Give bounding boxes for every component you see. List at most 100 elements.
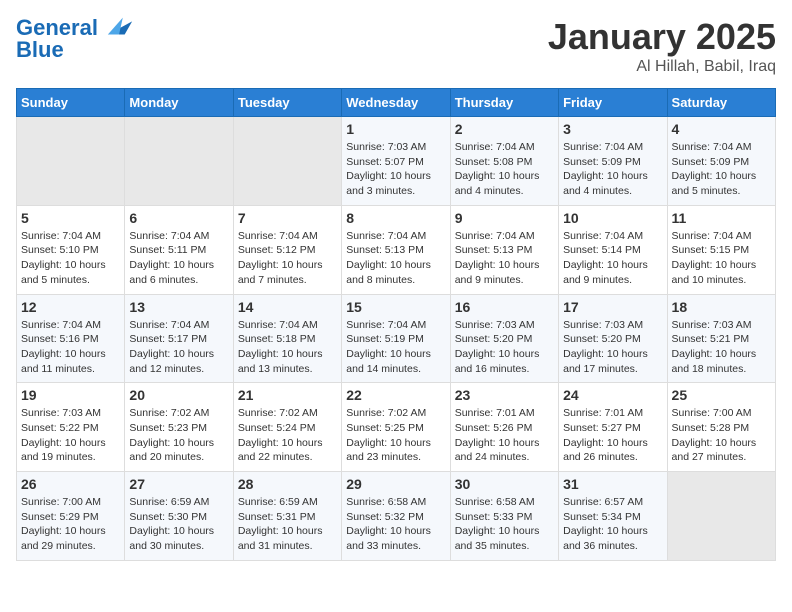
col-sunday: Sunday xyxy=(17,89,125,117)
day-number: 21 xyxy=(238,387,337,403)
day-number: 6 xyxy=(129,210,228,226)
sunset-text: Sunset: 5:24 PM xyxy=(238,422,316,434)
sunrise-text: Sunrise: 7:04 AM xyxy=(455,230,535,242)
table-row: 13 Sunrise: 7:04 AM Sunset: 5:17 PM Dayl… xyxy=(125,294,233,383)
sunset-text: Sunset: 5:27 PM xyxy=(563,422,641,434)
day-number: 19 xyxy=(21,387,120,403)
sunset-text: Sunset: 5:09 PM xyxy=(672,156,750,168)
daylight-text: Daylight: 10 hours and 22 minutes. xyxy=(238,437,323,464)
sunrise-text: Sunrise: 7:04 AM xyxy=(672,141,752,153)
daylight-text: Daylight: 10 hours and 24 minutes. xyxy=(455,437,540,464)
table-row: 19 Sunrise: 7:03 AM Sunset: 5:22 PM Dayl… xyxy=(17,383,125,472)
daylight-text: Daylight: 10 hours and 29 minutes. xyxy=(21,525,106,552)
calendar-table: Sunday Monday Tuesday Wednesday Thursday… xyxy=(16,88,776,561)
sunset-text: Sunset: 5:12 PM xyxy=(238,244,316,256)
title-block: January 2025 Al Hillah, Babil, Iraq xyxy=(548,16,776,76)
page-header: General Blue January 2025 Al Hillah, Bab… xyxy=(16,16,776,76)
sunset-text: Sunset: 5:21 PM xyxy=(672,333,750,345)
calendar-row-2: 12 Sunrise: 7:04 AM Sunset: 5:16 PM Dayl… xyxy=(17,294,776,383)
table-row: 28 Sunrise: 6:59 AM Sunset: 5:31 PM Dayl… xyxy=(233,472,341,561)
daylight-text: Daylight: 10 hours and 5 minutes. xyxy=(672,170,757,197)
sunrise-text: Sunrise: 6:58 AM xyxy=(455,496,535,508)
table-row: 30 Sunrise: 6:58 AM Sunset: 5:33 PM Dayl… xyxy=(450,472,558,561)
sunset-text: Sunset: 5:18 PM xyxy=(238,333,316,345)
daylight-text: Daylight: 10 hours and 27 minutes. xyxy=(672,437,757,464)
sunrise-text: Sunrise: 7:03 AM xyxy=(455,319,535,331)
table-row: 21 Sunrise: 7:02 AM Sunset: 5:24 PM Dayl… xyxy=(233,383,341,472)
sunrise-text: Sunrise: 7:03 AM xyxy=(672,319,752,331)
sunrise-text: Sunrise: 7:01 AM xyxy=(563,407,643,419)
sub-title: Al Hillah, Babil, Iraq xyxy=(548,58,776,76)
sunset-text: Sunset: 5:32 PM xyxy=(346,511,424,523)
sunrise-text: Sunrise: 6:57 AM xyxy=(563,496,643,508)
sunset-text: Sunset: 5:31 PM xyxy=(238,511,316,523)
sunrise-text: Sunrise: 7:00 AM xyxy=(672,407,752,419)
sunrise-text: Sunrise: 7:01 AM xyxy=(455,407,535,419)
table-row: 23 Sunrise: 7:01 AM Sunset: 5:26 PM Dayl… xyxy=(450,383,558,472)
day-number: 26 xyxy=(21,476,120,492)
table-row: 10 Sunrise: 7:04 AM Sunset: 5:14 PM Dayl… xyxy=(559,205,667,294)
sunrise-text: Sunrise: 7:04 AM xyxy=(672,230,752,242)
main-title: January 2025 xyxy=(548,16,776,58)
daylight-text: Daylight: 10 hours and 4 minutes. xyxy=(563,170,648,197)
calendar-row-1: 5 Sunrise: 7:04 AM Sunset: 5:10 PM Dayli… xyxy=(17,205,776,294)
day-number: 15 xyxy=(346,299,445,315)
sunrise-text: Sunrise: 7:03 AM xyxy=(21,407,101,419)
col-saturday: Saturday xyxy=(667,89,775,117)
sunset-text: Sunset: 5:23 PM xyxy=(129,422,207,434)
day-number: 1 xyxy=(346,121,445,137)
sunset-text: Sunset: 5:09 PM xyxy=(563,156,641,168)
table-row: 20 Sunrise: 7:02 AM Sunset: 5:23 PM Dayl… xyxy=(125,383,233,472)
logo-wing-icon xyxy=(106,13,134,41)
sunrise-text: Sunrise: 7:04 AM xyxy=(238,319,318,331)
sunset-text: Sunset: 5:10 PM xyxy=(21,244,99,256)
day-number: 23 xyxy=(455,387,554,403)
table-row: 31 Sunrise: 6:57 AM Sunset: 5:34 PM Dayl… xyxy=(559,472,667,561)
daylight-text: Daylight: 10 hours and 8 minutes. xyxy=(346,259,431,286)
sunset-text: Sunset: 5:34 PM xyxy=(563,511,641,523)
sunset-text: Sunset: 5:13 PM xyxy=(346,244,424,256)
daylight-text: Daylight: 10 hours and 11 minutes. xyxy=(21,348,106,375)
table-row: 5 Sunrise: 7:04 AM Sunset: 5:10 PM Dayli… xyxy=(17,205,125,294)
col-thursday: Thursday xyxy=(450,89,558,117)
sunset-text: Sunset: 5:17 PM xyxy=(129,333,207,345)
day-number: 18 xyxy=(672,299,771,315)
sunset-text: Sunset: 5:20 PM xyxy=(455,333,533,345)
sunrise-text: Sunrise: 7:04 AM xyxy=(129,319,209,331)
sunset-text: Sunset: 5:14 PM xyxy=(563,244,641,256)
sunset-text: Sunset: 5:19 PM xyxy=(346,333,424,345)
day-number: 10 xyxy=(563,210,662,226)
table-row: 29 Sunrise: 6:58 AM Sunset: 5:32 PM Dayl… xyxy=(342,472,450,561)
daylight-text: Daylight: 10 hours and 10 minutes. xyxy=(672,259,757,286)
sunrise-text: Sunrise: 6:59 AM xyxy=(129,496,209,508)
table-row: 6 Sunrise: 7:04 AM Sunset: 5:11 PM Dayli… xyxy=(125,205,233,294)
table-row: 8 Sunrise: 7:04 AM Sunset: 5:13 PM Dayli… xyxy=(342,205,450,294)
table-row: 25 Sunrise: 7:00 AM Sunset: 5:28 PM Dayl… xyxy=(667,383,775,472)
day-number: 28 xyxy=(238,476,337,492)
table-row: 15 Sunrise: 7:04 AM Sunset: 5:19 PM Dayl… xyxy=(342,294,450,383)
day-number: 17 xyxy=(563,299,662,315)
day-number: 9 xyxy=(455,210,554,226)
sunrise-text: Sunrise: 7:02 AM xyxy=(238,407,318,419)
daylight-text: Daylight: 10 hours and 36 minutes. xyxy=(563,525,648,552)
day-number: 5 xyxy=(21,210,120,226)
sunrise-text: Sunrise: 7:04 AM xyxy=(346,319,426,331)
sunrise-text: Sunrise: 7:02 AM xyxy=(129,407,209,419)
table-row: 1 Sunrise: 7:03 AM Sunset: 5:07 PM Dayli… xyxy=(342,117,450,206)
table-row: 22 Sunrise: 7:02 AM Sunset: 5:25 PM Dayl… xyxy=(342,383,450,472)
sunset-text: Sunset: 5:33 PM xyxy=(455,511,533,523)
daylight-text: Daylight: 10 hours and 17 minutes. xyxy=(563,348,648,375)
table-row: 14 Sunrise: 7:04 AM Sunset: 5:18 PM Dayl… xyxy=(233,294,341,383)
daylight-text: Daylight: 10 hours and 7 minutes. xyxy=(238,259,323,286)
sunset-text: Sunset: 5:08 PM xyxy=(455,156,533,168)
sunset-text: Sunset: 5:26 PM xyxy=(455,422,533,434)
col-monday: Monday xyxy=(125,89,233,117)
daylight-text: Daylight: 10 hours and 30 minutes. xyxy=(129,525,214,552)
table-row xyxy=(233,117,341,206)
daylight-text: Daylight: 10 hours and 12 minutes. xyxy=(129,348,214,375)
daylight-text: Daylight: 10 hours and 5 minutes. xyxy=(21,259,106,286)
daylight-text: Daylight: 10 hours and 3 minutes. xyxy=(346,170,431,197)
sunset-text: Sunset: 5:16 PM xyxy=(21,333,99,345)
sunrise-text: Sunrise: 7:03 AM xyxy=(346,141,426,153)
daylight-text: Daylight: 10 hours and 19 minutes. xyxy=(21,437,106,464)
